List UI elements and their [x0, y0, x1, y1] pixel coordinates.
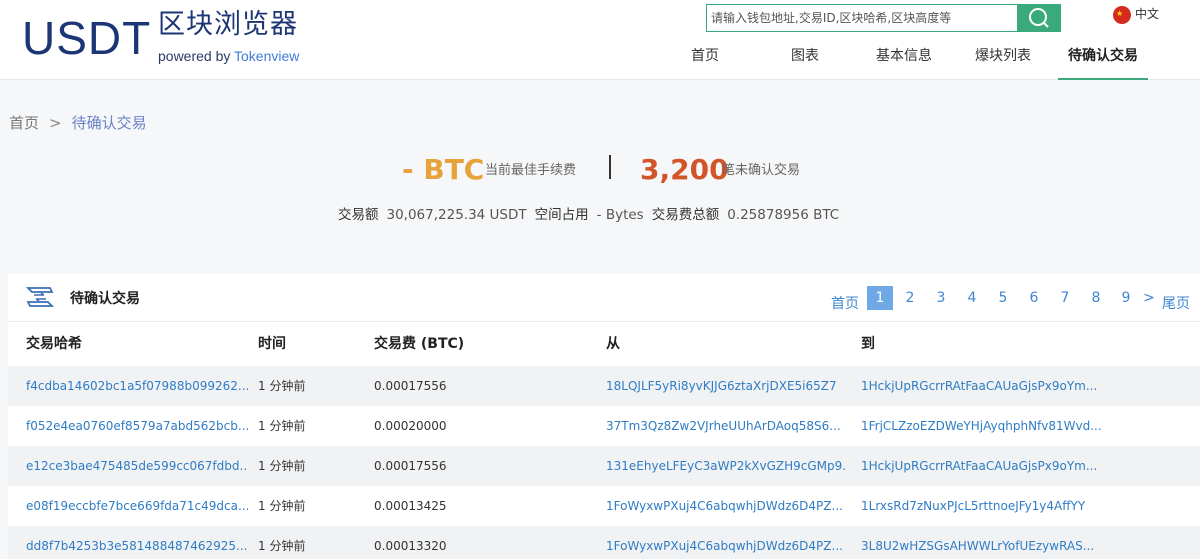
best-fee-label: 当前最佳手续费 — [485, 163, 577, 178]
page-4[interactable]: 4 — [965, 286, 979, 310]
tx-from-link[interactable]: 18LQJLF5yRi8yvKJJG6ztaXrjDXE5i65Z7 — [606, 377, 846, 395]
total-fee-label: 交易费总额 — [651, 207, 720, 223]
page-1[interactable]: 1 — [867, 286, 893, 310]
stats-summary: - BTC 当前最佳手续费 3,200 笔未确认交易 — [0, 150, 1200, 190]
space-label: 空间占用 — [534, 207, 589, 223]
nav-block-list[interactable]: 爆块列表 — [968, 38, 1038, 80]
pending-tx-panel: 待确认交易 首页 1 2 3 4 5 6 7 8 9 > 尾页 交易哈希 时间 … — [8, 274, 1200, 559]
main-nav: 首页 图表 基本信息 爆块列表 待确认交易 — [0, 38, 1200, 80]
table-row: f4cdba14602bc1a5f07988b099262... 1 分钟前 0… — [8, 366, 1200, 406]
breadcrumb: 首页 > 待确认交易 — [9, 113, 147, 133]
tx-fee: 0.00017556 — [374, 459, 447, 473]
page-last[interactable]: 尾页 — [1161, 292, 1191, 316]
breadcrumb-home[interactable]: 首页 — [9, 114, 39, 132]
tx-hash-link[interactable]: dd8f7b4253b3e581488487462925... — [26, 537, 248, 555]
page-8[interactable]: 8 — [1089, 286, 1103, 310]
page-6[interactable]: 6 — [1027, 286, 1041, 310]
tx-fee: 0.00017556 — [374, 379, 447, 393]
page-next[interactable]: > — [1143, 286, 1155, 310]
best-fee-value: - BTC — [402, 153, 485, 186]
tx-from-link[interactable]: 1FoWyxwPXuj4C6abqwhjDWdz6D4PZ... — [606, 497, 846, 515]
header: USDT 区块浏览器 powered by Tokenview 中文 首页 图表… — [0, 0, 1200, 80]
tx-from-link[interactable]: 131eEhyeLFEyC3aWP2kXvGZH9cGMp9... — [606, 457, 846, 475]
nav-home[interactable]: 首页 — [678, 38, 732, 80]
logo-subtitle[interactable]: 区块浏览器 — [158, 8, 298, 42]
panel-title: 待确认交易 — [70, 291, 140, 307]
col-fee: 交易费 (BTC) — [374, 336, 465, 352]
col-from: 从 — [606, 336, 620, 352]
tx-to-link[interactable]: 3L8U2wHZSGsAHWWLrYofUEzywRAS... — [861, 537, 1106, 555]
tx-to-link[interactable]: 1FrjCLZzoEZDWeYHjAyqhphNfv81Wvd... — [861, 417, 1106, 435]
amount-label: 交易额 — [338, 207, 379, 223]
page-9[interactable]: 9 — [1119, 286, 1133, 310]
table-row: dd8f7b4253b3e581488487462925... 1 分钟前 0.… — [8, 526, 1200, 559]
tx-hash-link[interactable]: e12ce3bae475485de599cc067fdbd... — [26, 457, 248, 475]
tx-to-link[interactable]: 1HckjUpRGcrrRAtFaaCAUaGjsPx9oYm... — [861, 457, 1106, 475]
unconfirmed-count-value: 3,200 — [640, 153, 729, 186]
transfer-icon — [26, 287, 54, 307]
amount-value: 30,067,225.34 USDT — [386, 207, 527, 223]
col-hash: 交易哈希 — [26, 336, 82, 352]
search-icon — [1029, 8, 1049, 28]
table-row: e12ce3bae475485de599cc067fdbd... 1 分钟前 0… — [8, 446, 1200, 486]
page-3[interactable]: 3 — [934, 286, 948, 310]
col-to: 到 — [861, 336, 875, 352]
tx-from-link[interactable]: 37Tm3Qz8Zw2VJrheUUhArDAoq58S6... — [606, 417, 846, 435]
tx-fee: 0.00020000 — [374, 419, 447, 433]
nav-basic-info[interactable]: 基本信息 — [870, 38, 938, 80]
tx-to-link[interactable]: 1HckjUpRGcrrRAtFaaCAUaGjsPx9oYm... — [861, 377, 1106, 395]
unconfirmed-count-label: 笔未确认交易 — [722, 163, 801, 178]
col-time: 时间 — [258, 336, 286, 352]
page-7[interactable]: 7 — [1058, 286, 1072, 310]
breadcrumb-current: 待确认交易 — [71, 114, 147, 132]
page-first[interactable]: 首页 — [830, 292, 860, 316]
space-value: - Bytes — [596, 207, 644, 223]
tx-from-link[interactable]: 1FoWyxwPXuj4C6abqwhjDWdz6D4PZ... — [606, 537, 846, 555]
table-row: f052e4ea0760ef8579a7abd562bcb... 1 分钟前 0… — [8, 406, 1200, 446]
search-button[interactable] — [1017, 4, 1061, 32]
tx-hash-link[interactable]: f052e4ea0760ef8579a7abd562bcb... — [26, 417, 248, 435]
language-label: 中文 — [1135, 7, 1160, 21]
tx-time: 1 分钟前 — [258, 379, 306, 393]
search-input[interactable] — [706, 4, 1018, 32]
language-switch[interactable]: 中文 — [1113, 5, 1160, 24]
stats-divider — [609, 155, 611, 179]
page-5[interactable]: 5 — [996, 286, 1010, 310]
tx-hash-link[interactable]: f4cdba14602bc1a5f07988b099262... — [26, 377, 248, 395]
page-2[interactable]: 2 — [903, 286, 917, 310]
tx-hash-link[interactable]: e08f19eccbfe7bce669fda71c49dca... — [26, 497, 248, 515]
table-header: 交易哈希 时间 交易费 (BTC) 从 到 — [8, 322, 1200, 366]
panel-header: 待确认交易 首页 1 2 3 4 5 6 7 8 9 > 尾页 — [8, 274, 1200, 322]
tx-fee: 0.00013425 — [374, 499, 447, 513]
tx-time: 1 分钟前 — [258, 459, 306, 473]
table-row: e08f19eccbfe7bce669fda71c49dca... 1 分钟前 … — [8, 486, 1200, 526]
tx-time: 1 分钟前 — [258, 499, 306, 513]
stats-details: 交易额 30,067,225.34 USDT 空间占用 - Bytes 交易费总额 0.2… — [338, 206, 847, 224]
nav-charts[interactable]: 图表 — [778, 38, 832, 80]
nav-pending-tx[interactable]: 待确认交易 — [1058, 38, 1148, 80]
tx-to-link[interactable]: 1LrxsRd7zNuxPJcL5rttnoeJFy1y4AffYY — [861, 497, 1106, 515]
tx-fee: 0.00013320 — [374, 539, 447, 553]
tx-time: 1 分钟前 — [258, 419, 306, 433]
china-flag-icon — [1113, 5, 1131, 24]
breadcrumb-separator: > — [49, 114, 62, 132]
total-fee-value: 0.25878956 BTC — [727, 207, 840, 223]
tx-time: 1 分钟前 — [258, 539, 306, 553]
